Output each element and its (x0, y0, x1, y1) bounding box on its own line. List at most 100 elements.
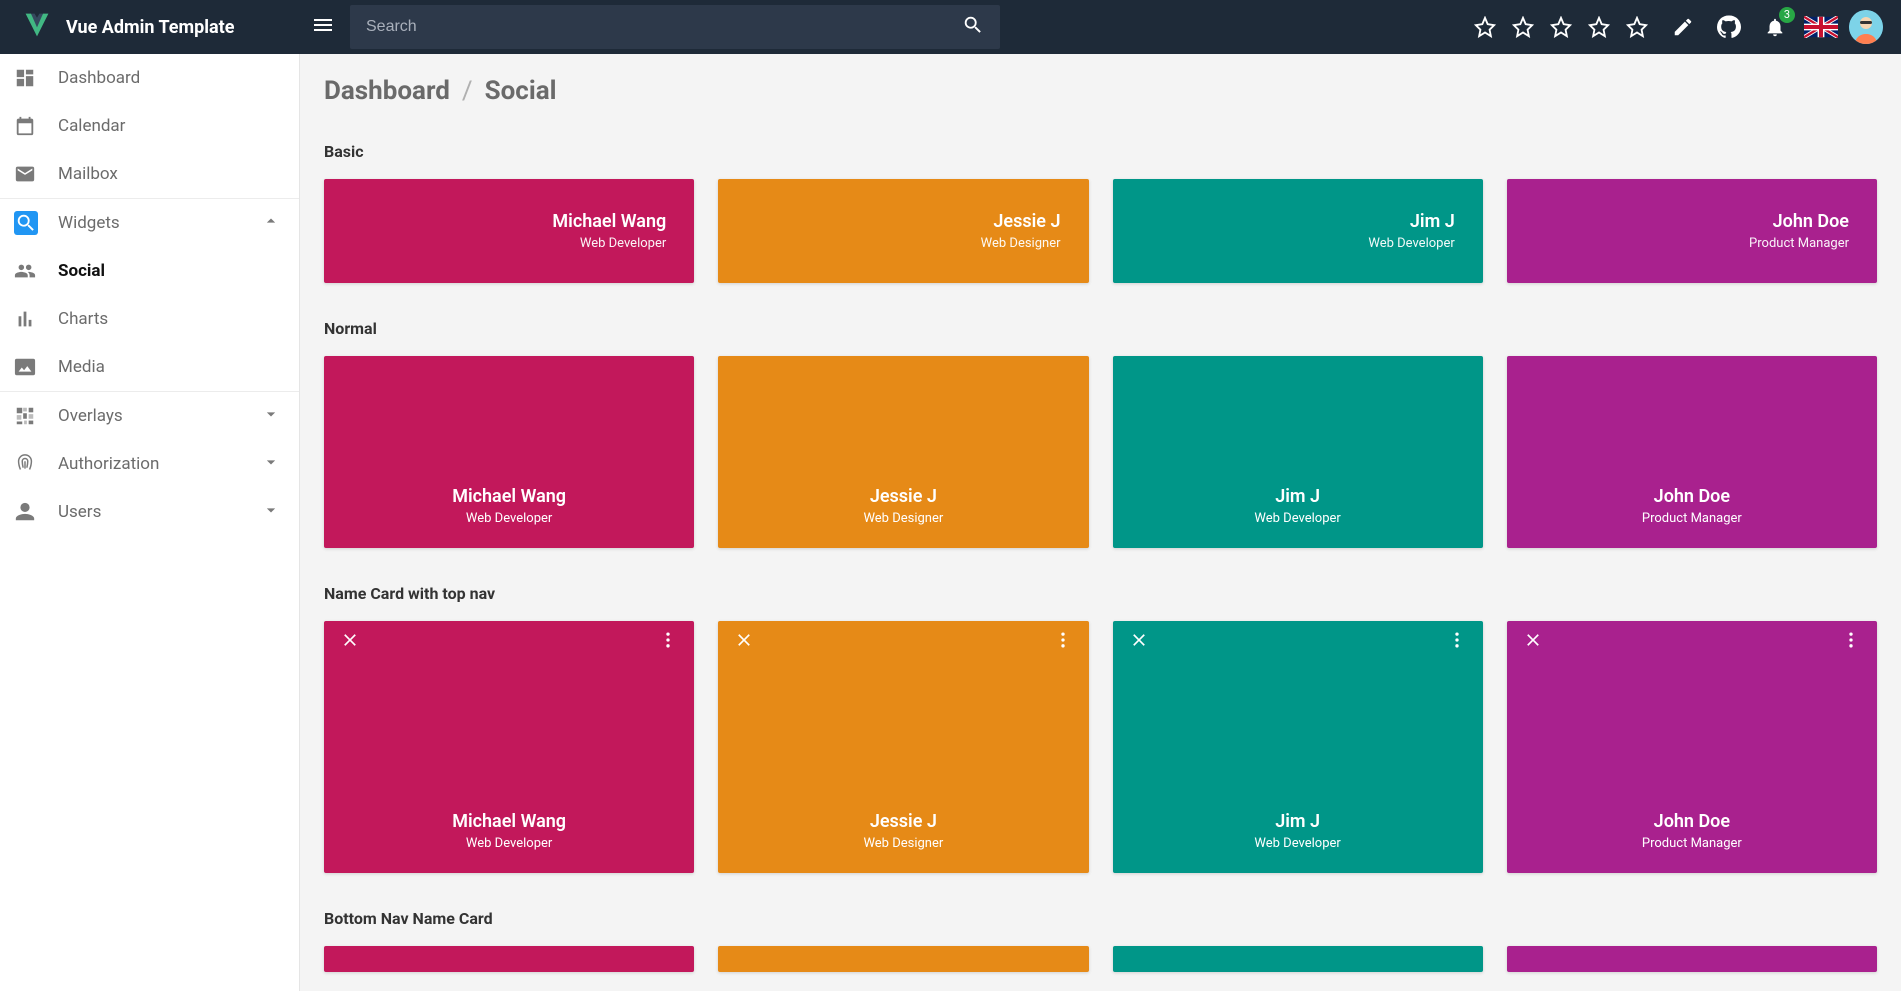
vue-logo-icon (22, 10, 52, 44)
sidebar-item-users[interactable]: Users (0, 488, 299, 536)
person-card[interactable] (718, 946, 1088, 972)
person-role: Web Developer (552, 236, 666, 251)
sidebar-item-label: Social (58, 261, 281, 281)
overlays-icon (14, 405, 58, 427)
person-name: Michael Wang (452, 811, 566, 832)
chart-icon (14, 308, 58, 330)
person-role: Web Developer (1254, 836, 1340, 851)
person-role: Web Developer (1368, 236, 1454, 251)
sidebar-item-widgets[interactable]: Widgets (0, 199, 299, 247)
breadcrumb-root[interactable]: Dashboard (324, 76, 450, 106)
sidebar-item-social[interactable]: Social (0, 247, 299, 295)
uk-flag-icon (1804, 16, 1838, 38)
person-card[interactable]: John DoeProduct Manager (1507, 179, 1877, 283)
person-card[interactable] (1113, 946, 1483, 972)
menu-toggle-button[interactable] (300, 4, 346, 50)
more-icon[interactable] (1447, 630, 1467, 654)
sidebar: Dashboard Calendar Mailbox Widgets Socia… (0, 54, 300, 991)
person-card[interactable]: Michael Wang Web Developer (324, 356, 694, 548)
person-role: Web Developer (466, 836, 552, 851)
close-icon[interactable] (734, 630, 754, 654)
star-icon[interactable] (1543, 9, 1579, 45)
person-card[interactable]: Michael Wang Web Developer (324, 621, 694, 873)
sidebar-item-label: Media (58, 357, 281, 377)
notification-count-badge: 3 (1779, 7, 1795, 23)
person-card[interactable]: Jim J Web Developer (1113, 621, 1483, 873)
close-icon[interactable] (1129, 630, 1149, 654)
mail-icon (14, 163, 58, 185)
star-icon[interactable] (1619, 9, 1655, 45)
sidebar-item-dashboard[interactable]: Dashboard (0, 54, 299, 102)
avatar-icon (1849, 10, 1883, 44)
person-card[interactable]: Jessie J Web Designer (718, 621, 1088, 873)
notifications-button[interactable]: 3 (1757, 9, 1793, 45)
more-icon[interactable] (658, 630, 678, 654)
sidebar-item-label: Authorization (58, 454, 261, 474)
person-name: Jessie J (870, 811, 937, 832)
person-name: Jim J (1275, 811, 1320, 832)
chevron-down-icon (261, 452, 281, 477)
basic-cards: Michael Wang Web Developer Jessie J Web Des… (316, 171, 1885, 291)
more-icon[interactable] (1841, 630, 1861, 654)
person-card[interactable]: John Doe Product Manager (1507, 356, 1877, 548)
close-icon[interactable] (1523, 630, 1543, 654)
person-card[interactable] (324, 946, 694, 972)
person-name: Jim J (1275, 486, 1320, 507)
person-card[interactable]: Jessie JWeb Designer (718, 356, 1088, 548)
person-card[interactable]: Jim JWeb Developer (1113, 356, 1483, 548)
search-input[interactable] (366, 18, 962, 36)
header-actions: 3 (1467, 9, 1883, 45)
breadcrumb-separator: / (462, 76, 473, 106)
person-role: Product Manager (1749, 236, 1849, 251)
person-name: Jessie J (870, 486, 937, 507)
close-icon[interactable] (340, 630, 360, 654)
star-icon[interactable] (1505, 9, 1541, 45)
brand-title: Vue Admin Template (66, 17, 234, 38)
person-name: Michael Wang (552, 211, 666, 232)
person-role: Web Designer (981, 236, 1061, 251)
widgets-icon (14, 211, 58, 235)
rating-stars[interactable] (1467, 9, 1655, 45)
sidebar-item-charts[interactable]: Charts (0, 295, 299, 343)
github-icon[interactable] (1711, 9, 1747, 45)
sidebar-item-mailbox[interactable]: Mailbox (0, 150, 299, 198)
sidebar-item-authorization[interactable]: Authorization (0, 440, 299, 488)
media-icon (14, 356, 58, 378)
person-role: Web Designer (863, 836, 943, 851)
chevron-up-icon (261, 211, 281, 236)
person-name: John Doe (1654, 811, 1730, 832)
person-name: John Doe (1654, 486, 1730, 507)
sidebar-item-media[interactable]: Media (0, 343, 299, 391)
person-role: Web Developer (466, 511, 552, 526)
people-icon (14, 260, 58, 282)
person-card[interactable]: Jim JWeb Developer (1113, 179, 1483, 283)
person-role: Product Manager (1642, 511, 1742, 526)
sidebar-item-overlays[interactable]: Overlays (0, 392, 299, 440)
person-card[interactable]: Jessie J Web Designer (718, 179, 1088, 283)
menu-icon (311, 13, 335, 41)
language-flag-button[interactable] (1803, 9, 1839, 45)
calendar-icon (14, 115, 58, 137)
sidebar-item-label: Mailbox (58, 164, 281, 184)
header: Vue Admin Template 3 (0, 0, 1901, 54)
more-icon[interactable] (1053, 630, 1073, 654)
section-title-normal: Normal (316, 291, 1885, 348)
sidebar-item-label: Charts (58, 309, 281, 329)
person-card[interactable]: Michael Wang Web Developer (324, 179, 694, 283)
chevron-down-icon (261, 404, 281, 429)
star-icon[interactable] (1467, 9, 1503, 45)
compose-icon[interactable] (1665, 9, 1701, 45)
search-box[interactable] (350, 5, 1000, 49)
user-icon (14, 501, 58, 523)
person-name: Michael Wang (452, 486, 566, 507)
star-icon[interactable] (1581, 9, 1617, 45)
section-title-bottomnav: Bottom Nav Name Card (316, 881, 1885, 938)
person-name: Jessie J (981, 211, 1061, 232)
brand[interactable]: Vue Admin Template (0, 10, 300, 44)
user-avatar[interactable] (1849, 10, 1883, 44)
person-role: Product Manager (1642, 836, 1742, 851)
sidebar-item-calendar[interactable]: Calendar (0, 102, 299, 150)
person-card[interactable] (1507, 946, 1877, 972)
search-icon[interactable] (962, 14, 984, 40)
person-card[interactable]: John Doe Product Manager (1507, 621, 1877, 873)
